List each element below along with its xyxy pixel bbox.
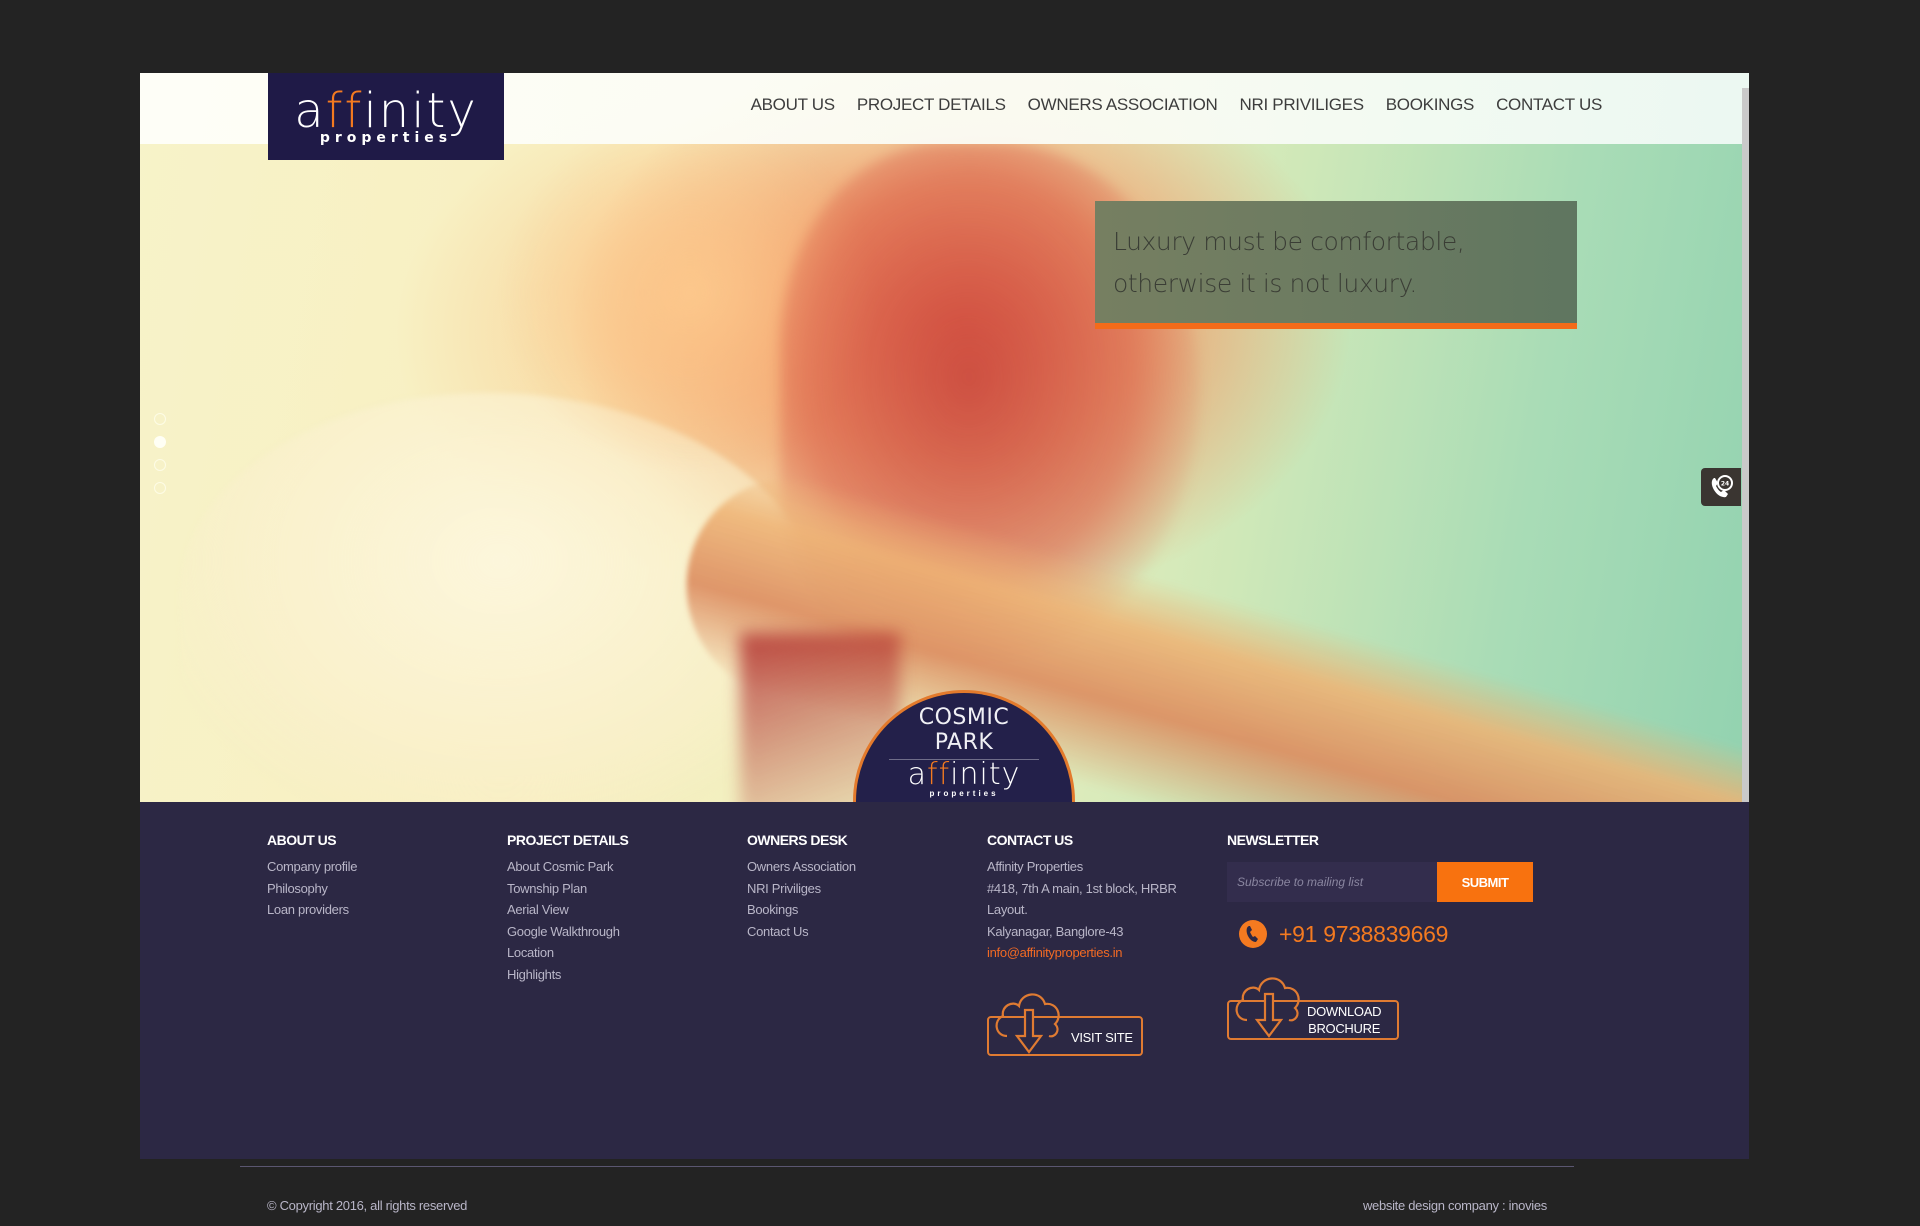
slider-dot-4[interactable] (154, 482, 166, 494)
contact-email-link[interactable]: info@affinityproperties.in (987, 942, 1177, 964)
slider-dots (154, 413, 166, 494)
slider-dot-3[interactable] (154, 459, 166, 471)
footer-col-about: ABOUT US Company profile Philosophy Loan… (267, 832, 357, 921)
contact-address-3: Kalyanagar, Banglore-43 (987, 923, 1124, 939)
phone-24-icon: 24 (1711, 475, 1733, 498)
phone-contact: +91 9738839669 (1227, 920, 1533, 948)
slider-dot-1[interactable] (154, 413, 166, 425)
phone-icon (1239, 920, 1267, 948)
footer-divider (240, 1166, 1574, 1167)
footer-link[interactable]: Google Walkthrough (507, 921, 628, 943)
hero-quote-line-2: otherwise it is not luxury. (1113, 269, 1417, 298)
footer-link[interactable]: Contact Us (747, 921, 856, 943)
site-logo[interactable]: affinity properties (268, 73, 504, 160)
badge-logo-subtitle: properties (929, 789, 999, 798)
scrollbar[interactable] (1742, 88, 1749, 802)
footer-col-project: PROJECT DETAILS About Cosmic Park Townsh… (507, 832, 629, 986)
slider-dot-2[interactable] (154, 436, 166, 448)
footer-link[interactable]: Loan providers (267, 899, 357, 921)
phone-number[interactable]: +91 9738839669 (1279, 921, 1448, 948)
nav-project-details[interactable]: PROJECT DETAILS (857, 95, 1006, 115)
hero-banner: affinity properties ABOUT US PROJECT DET… (140, 73, 1749, 802)
footer-link[interactable]: NRI Priviliges (747, 878, 856, 900)
footer-link[interactable]: Bookings (747, 899, 856, 921)
footer-link[interactable]: Aerial View (507, 899, 628, 921)
download-brochure-label: DOWNLOAD BROCHURE (1307, 1004, 1382, 1036)
footer-heading: NEWSLETTER (1227, 832, 1319, 848)
logo-wordmark: affinity (294, 82, 478, 139)
hero-quote-box: Luxury must be comfortable, otherwise it… (1095, 201, 1577, 329)
footer-col-newsletter: NEWSLETTER SUBMIT +91 9738839669 DOWNLOA… (1227, 832, 1533, 1040)
footer-col-contact: CONTACT US Affinity Properties #418, 7th… (987, 832, 1177, 1056)
footer-link[interactable]: Company profile (267, 856, 357, 878)
visit-site-button[interactable]: VISIT SITE (987, 984, 1143, 1056)
footer-link[interactable]: Township Plan (507, 878, 628, 900)
nav-bookings[interactable]: BOOKINGS (1386, 95, 1475, 115)
main-nav: ABOUT US PROJECT DETAILS OWNERS ASSOCIAT… (729, 95, 1603, 115)
footer-link[interactable]: Owners Association (747, 856, 856, 878)
footer-heading: CONTACT US (987, 832, 1073, 848)
contact-address-2: Layout. (987, 902, 1028, 917)
newsletter-email-input[interactable] (1227, 862, 1437, 902)
download-brochure-button[interactable]: DOWNLOAD BROCHURE (1227, 968, 1399, 1040)
nav-owners-association[interactable]: OWNERS ASSOCIATION (1028, 95, 1218, 115)
cloud-download-icon (995, 992, 1060, 1054)
contact-address-1: #418, 7th A main, 1st block, HRBR (987, 880, 1177, 896)
hero-quote-line-1: Luxury must be comfortable, (1113, 227, 1465, 256)
badge-logo: affinity (907, 757, 1021, 792)
svg-text:24: 24 (1721, 481, 1729, 488)
footer-link[interactable]: Location (507, 942, 628, 964)
site-footer: ABOUT US Company profile Philosophy Loan… (140, 802, 1749, 1213)
footer-heading: OWNERS DESK (747, 832, 848, 848)
newsletter-submit-button[interactable]: SUBMIT (1437, 862, 1533, 902)
badge-title-line-2: PARK (934, 730, 994, 755)
nav-about-us[interactable]: ABOUT US (751, 95, 836, 115)
call-24x7-button[interactable]: 24 (1701, 468, 1741, 506)
footer-link[interactable]: Highlights (507, 964, 628, 986)
nav-nri-priviliges[interactable]: NRI PRIVILIGES (1239, 95, 1364, 115)
visit-site-label: VISIT SITE (1071, 1029, 1133, 1045)
footer-heading: ABOUT US (267, 832, 337, 848)
logo-subtitle: properties (319, 129, 453, 146)
nav-contact-us[interactable]: CONTACT US (1496, 95, 1602, 115)
footer-link[interactable]: Philosophy (267, 878, 357, 900)
page-frame: affinity properties ABOUT US PROJECT DET… (140, 73, 1749, 1213)
cloud-download-icon (1235, 977, 1300, 1038)
footer-link[interactable]: About Cosmic Park (507, 856, 628, 878)
footer-heading: PROJECT DETAILS (507, 832, 629, 848)
copyright-text: © Copyright 2016, all rights reserved (267, 1198, 468, 1213)
contact-company: Affinity Properties (987, 859, 1083, 874)
footer-col-owners: OWNERS DESK Owners Association NRI Privi… (747, 832, 856, 942)
newsletter-form: SUBMIT (1227, 862, 1533, 902)
designer-credit-link[interactable]: website design company : inovies (1363, 1198, 1547, 1213)
